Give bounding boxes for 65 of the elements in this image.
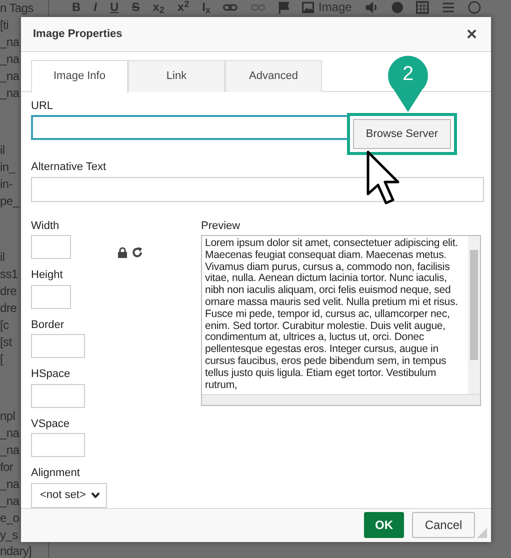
table-icon[interactable]: [416, 0, 430, 14]
vertical-scrollbar[interactable]: [468, 236, 480, 394]
background-text: dre: [0, 300, 16, 318]
background-text: for: [0, 458, 14, 476]
preview-text: Lorem ipsum dolor sit amet, consectetuer adipiscing elit. Maecenas feugiat consequat diam. Maecenas metus. Vivamus diam purus, cursus a, commodo non, facilisis vitae, nulla. Aenean dictum lacinia tortor. Nunc iaculis, nibh non iaculis aliquam, orci felis euismod neque, sed ornare massa mauris sed velit. Nulla pretium mi et risus. Fusce mi pede, tempor id, cursus ac, ullamcorper nec, enim. Sed tortor. Curabitur molestie. Duis velit augue, condimentum at, ultrices a, luctus ut, orci. Donec pellentesque egestas eros. Integer cursus, augue in cursus faucibus, eros pede bibendum sem, in tempus tellus justo quis ligula. Etiam eget tortor. Vestibulum rutrum,: [204, 236, 459, 393]
background-text: n Tags: [0, 0, 34, 17]
background-text: _na: [0, 424, 20, 442]
url-field[interactable]: [31, 115, 350, 140]
background-text: ndary]: [0, 544, 32, 558]
background-text: npl: [0, 408, 16, 425]
alignment-select[interactable]: <not set>: [31, 482, 107, 508]
background-text: [: [0, 351, 4, 368]
speaker-icon[interactable]: [364, 0, 378, 14]
background-text: in-: [0, 176, 12, 193]
field-label: VSpace: [31, 416, 71, 432]
size-field[interactable]: [31, 235, 71, 259]
horizontal-scrollbar[interactable]: [202, 394, 480, 405]
size-field[interactable]: [31, 334, 85, 358]
field-label: Width: [31, 218, 60, 234]
background-text: ss1: [0, 266, 18, 284]
background-text: _na: [0, 442, 20, 459]
alt-text-label: Alternative Text: [31, 160, 108, 175]
background-text: [ti: [0, 17, 8, 34]
size-field[interactable]: [31, 284, 71, 308]
url-label: URL: [31, 98, 54, 114]
field-label: HSpace: [31, 367, 72, 382]
dialog-title: Image Properties: [33, 26, 122, 42]
background-text: il: [0, 249, 5, 266]
step-number: 2: [401, 62, 415, 86]
background-text: [st: [0, 334, 12, 352]
image-icon[interactable]: [302, 0, 314, 14]
close-button[interactable]: ×: [464, 24, 479, 43]
horizontal-line-icon[interactable]: [442, 0, 455, 14]
background-text: _na: [0, 34, 20, 51]
size-field[interactable]: [31, 433, 85, 457]
cancel-button[interactable]: Cancel: [412, 512, 475, 538]
field-label: Border: [31, 318, 66, 332]
lock-icon[interactable]: [117, 246, 128, 258]
background-text: _na: [0, 492, 20, 510]
field-label: Alignment: [31, 466, 81, 481]
browse-server-button[interactable]: Browse Server: [353, 119, 451, 149]
background-text: pe_: [0, 192, 20, 210]
mouse-pointer-icon: [366, 150, 400, 206]
background-text: [c: [0, 317, 9, 334]
flag-icon[interactable]: [278, 0, 290, 14]
background-text: e_o: [0, 510, 20, 527]
background-text: _na: [0, 51, 20, 68]
caret-icon: [90, 492, 100, 498]
tab[interactable]: Image Info: [31, 60, 128, 92]
background-text: in_: [0, 158, 16, 176]
resize-grip-icon[interactable]: [477, 528, 487, 538]
preview-label: Preview: [201, 218, 242, 234]
ok-button[interactable]: OK: [364, 512, 404, 538]
size-field[interactable]: [31, 384, 85, 408]
alt-text-field[interactable]: [31, 176, 484, 202]
background-text: y_s: [0, 526, 18, 544]
background-text: _na: [0, 85, 20, 102]
background-text: il: [0, 142, 5, 159]
reset-icon[interactable]: [132, 246, 143, 258]
background-text: dre: [0, 283, 16, 300]
tab[interactable]: Link: [128, 60, 225, 92]
tab[interactable]: Advanced: [225, 60, 322, 92]
field-label: Height: [31, 268, 64, 283]
background-text: _na: [0, 68, 20, 85]
background-text: _na: [0, 476, 20, 493]
